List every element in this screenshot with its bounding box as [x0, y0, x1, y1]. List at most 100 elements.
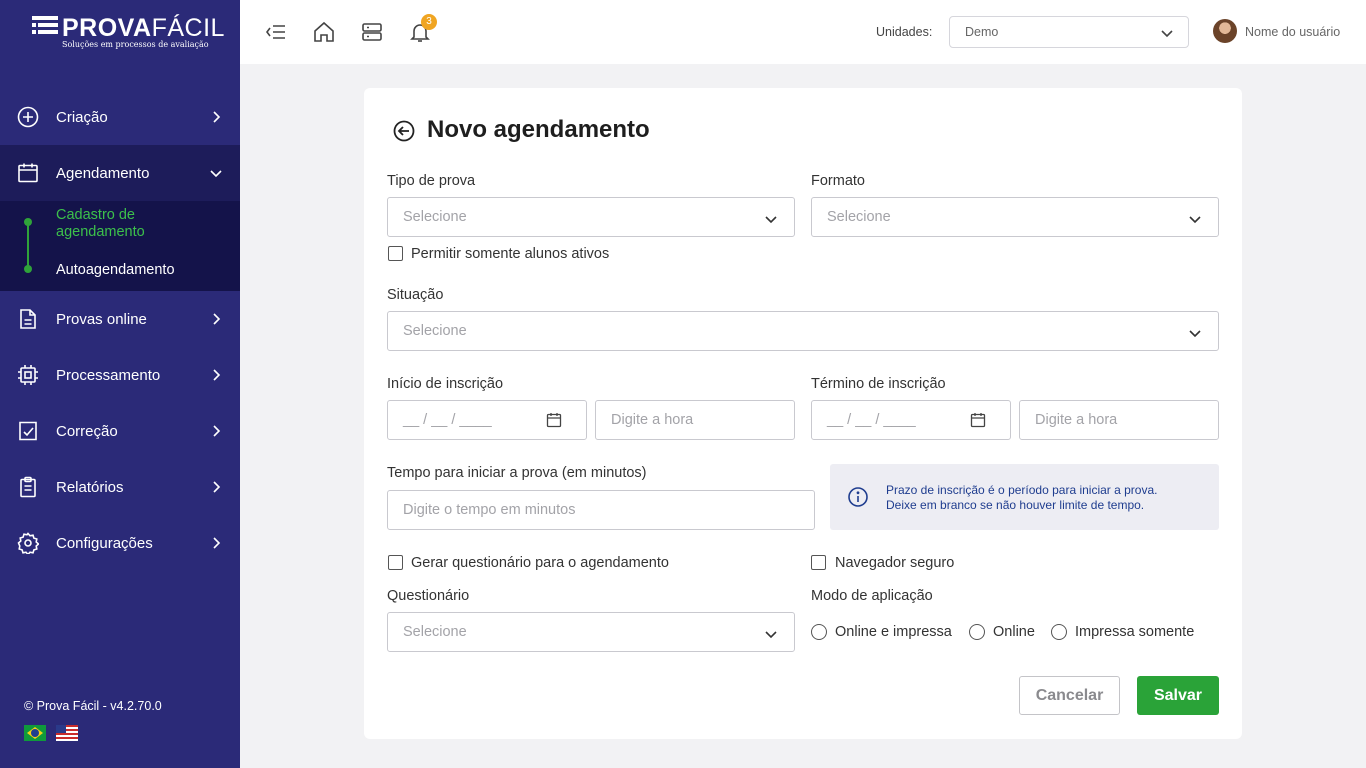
nav-item-processamento[interactable]: Processamento: [0, 347, 240, 403]
nav-item-label: Configurações: [56, 534, 153, 552]
nav-item-label: Processamento: [56, 366, 161, 384]
tempo-label: Tempo para iniciar a prova (em minutos): [387, 465, 647, 481]
inicio-date-field[interactable]: __ / __ / ____: [387, 400, 587, 440]
chevron-down-icon: [210, 170, 222, 178]
document-icon: [20, 309, 36, 329]
tipo-prova-label: Tipo de prova: [387, 173, 476, 189]
avatar[interactable]: [1213, 19, 1237, 43]
modo-impressa-label[interactable]: Impressa somente: [1075, 624, 1194, 640]
gerar-questionario-label[interactable]: Gerar questionário para o agendamento: [411, 555, 669, 571]
nav-item-agendamento[interactable]: Agendamento: [0, 145, 240, 201]
notification-badge: 3: [421, 14, 437, 30]
modo-online-label[interactable]: Online: [993, 624, 1035, 640]
info-box: Prazo de inscrição é o período para inic…: [830, 464, 1219, 530]
calendar-icon: [18, 163, 38, 183]
chevron-right-icon: [213, 425, 221, 437]
flag-brazil-icon[interactable]: [24, 725, 46, 741]
inicio-date-mask: __ / __ / ____: [403, 412, 492, 428]
questionario-label: Questionário: [387, 588, 470, 604]
prova-facil-logo[interactable]: PROVAFÁCIL Soluções em processos de aval…: [32, 14, 225, 54]
server-icon[interactable]: [360, 20, 384, 44]
modo-aplicacao-label: Modo de aplicação: [811, 588, 933, 604]
formato-placeholder: Selecione: [827, 209, 891, 225]
chip-icon: [18, 365, 38, 385]
nav-item-label: Criação: [56, 108, 108, 126]
inicio-hora-field[interactable]: Digite a hora: [595, 400, 795, 440]
logo-name: PROVAFÁCIL: [62, 14, 225, 42]
info-text: Prazo de inscrição é o período para inic…: [886, 483, 1157, 513]
plus-circle-icon: [17, 106, 39, 128]
termino-date-field[interactable]: __ / __ / ____: [811, 400, 1011, 440]
alunos-ativos-label[interactable]: Permitir somente alunos ativos: [411, 246, 609, 262]
situacao-select[interactable]: Selecione: [387, 311, 1219, 351]
nav-item-configuracoes[interactable]: Configurações: [0, 515, 240, 571]
subnav-dot: [24, 218, 32, 226]
situacao-label: Situação: [387, 287, 444, 303]
check-square-icon: [19, 421, 37, 441]
logo-mark-icon: [32, 16, 58, 38]
modo-online-impressa-label[interactable]: Online e impressa: [835, 624, 952, 640]
form-card: Novo agendamento Tipo de prova Selecione…: [364, 88, 1242, 739]
termino-date-mask: __ / __ / ____: [827, 412, 916, 428]
unidades-value: Demo: [965, 25, 999, 39]
page-title: Novo agendamento: [427, 116, 650, 143]
nav-item-correcao[interactable]: Correção: [0, 403, 240, 459]
nav-item-label: Provas online: [56, 310, 147, 328]
navegador-seguro-label[interactable]: Navegador seguro: [835, 555, 954, 571]
inicio-inscricao-label: Início de inscrição: [387, 376, 504, 392]
chevron-down-icon: [1161, 30, 1173, 38]
agendamento-subnav: Cadastro de agendamento Autoagendamento: [0, 201, 240, 291]
modo-online-impressa-radio[interactable]: [811, 624, 827, 640]
formato-select[interactable]: Selecione: [811, 197, 1219, 237]
info-icon: [848, 487, 868, 507]
chevron-down-icon: [765, 216, 777, 224]
main-nav: Criação Agendamento Cadastro de agendame…: [0, 89, 240, 571]
logo-tagline: Soluções em processos de avaliação: [62, 40, 209, 49]
termino-hora-field[interactable]: Digite a hora: [1019, 400, 1219, 440]
questionario-placeholder: Selecione: [403, 624, 467, 640]
gear-icon: [17, 532, 39, 554]
calendar-icon: [546, 413, 562, 428]
termino-inscricao-label: Término de inscrição: [811, 376, 946, 392]
termino-hora-placeholder: Digite a hora: [1035, 412, 1118, 428]
nav-item-label: Agendamento: [56, 164, 150, 182]
unidades-label: Unidades:: [876, 25, 933, 39]
situacao-placeholder: Selecione: [403, 323, 467, 339]
gerar-questionario-checkbox[interactable]: [388, 555, 403, 570]
navegador-seguro-checkbox[interactable]: [811, 555, 826, 570]
modo-impressa-radio[interactable]: [1051, 624, 1067, 640]
subnav-item-cadastro[interactable]: Cadastro de agendamento: [56, 207, 226, 241]
tempo-input[interactable]: Digite o tempo em minutos: [387, 490, 815, 530]
chevron-right-icon: [213, 111, 221, 123]
info-line-2: Deixe em branco se não houver limite de …: [886, 498, 1145, 512]
chevron-down-icon: [765, 631, 777, 639]
nav-item-provas-online[interactable]: Provas online: [0, 291, 240, 347]
unidades-select[interactable]: Demo: [949, 16, 1189, 48]
flag-usa-icon[interactable]: [56, 725, 78, 741]
modo-online-radio[interactable]: [969, 624, 985, 640]
questionario-select[interactable]: Selecione: [387, 612, 795, 652]
alunos-ativos-checkbox[interactable]: [388, 246, 403, 261]
tipo-prova-select[interactable]: Selecione: [387, 197, 795, 237]
nav-item-label: Relatórios: [56, 478, 124, 496]
tipo-prova-placeholder: Selecione: [403, 209, 467, 225]
home-icon[interactable]: [312, 20, 336, 44]
chevron-right-icon: [213, 537, 221, 549]
save-button[interactable]: Salvar: [1137, 676, 1219, 715]
chevron-down-icon: [1189, 330, 1201, 338]
user-name[interactable]: Nome do usuário: [1245, 25, 1340, 39]
menu-collapse-icon[interactable]: [264, 20, 288, 44]
calendar-icon: [970, 413, 986, 428]
subnav-item-autoagendamento[interactable]: Autoagendamento: [56, 262, 175, 278]
subnav-dot: [24, 265, 32, 273]
app-version: © Prova Fácil - v4.2.70.0: [24, 699, 162, 713]
nav-item-relatorios[interactable]: Relatórios: [0, 459, 240, 515]
back-arrow-icon[interactable]: [393, 120, 415, 142]
cancel-button[interactable]: Cancelar: [1019, 676, 1120, 715]
subnav-track: [27, 221, 29, 271]
chevron-down-icon: [1189, 216, 1201, 224]
clipboard-icon: [20, 476, 36, 498]
nav-item-criacao[interactable]: Criação: [0, 89, 240, 145]
chevron-right-icon: [213, 313, 221, 325]
nav-item-label: Correção: [56, 422, 118, 440]
